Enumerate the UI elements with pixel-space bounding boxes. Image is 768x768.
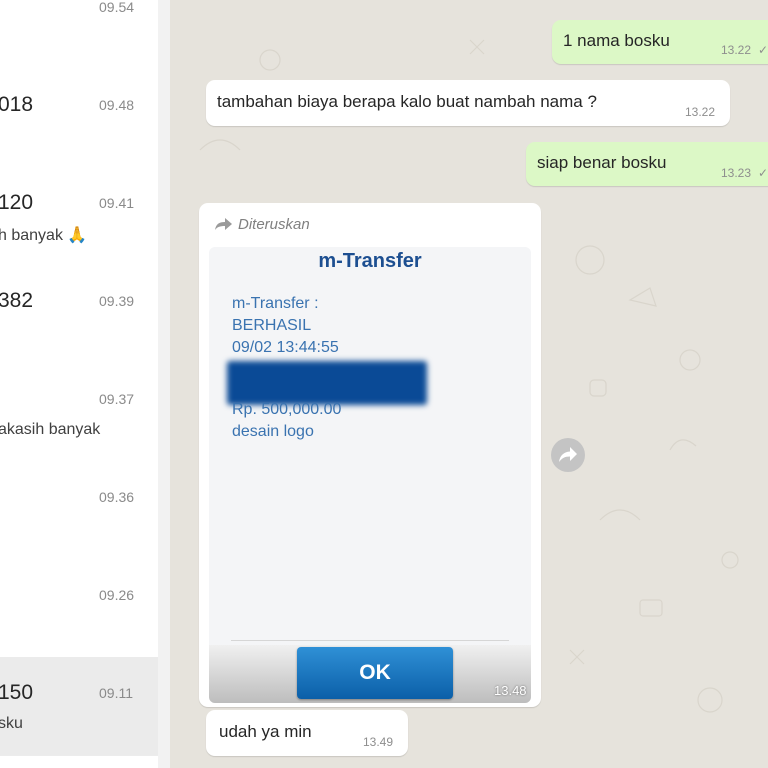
chat-list-item[interactable]: 09.26 — [0, 559, 158, 658]
chat-preview: akasih banyak — [0, 421, 101, 438]
chat-time: 09.11 — [99, 685, 133, 701]
forwarded-image-message[interactable]: Diteruskan m-Transfer m-Transfer : BERHA… — [199, 203, 541, 707]
chat-time: 09.39 — [99, 293, 135, 309]
chat-list-item-selected[interactable]: 150 09.11 sku — [0, 657, 158, 756]
chat-list-item[interactable]: 120 09.41 h banyak 🙏 — [0, 167, 158, 266]
chat-time: 09.41 — [99, 195, 135, 211]
message-time: 13.22 — [685, 105, 716, 119]
transfer-line: m-Transfer : — [232, 295, 319, 312]
chat-list-item[interactable]: 09.54 — [0, 0, 158, 70]
chat-list-item[interactable]: 382 09.39 — [0, 265, 158, 364]
chat-time: 09.54 — [99, 0, 135, 15]
chat-time: 09.26 — [99, 587, 135, 603]
pane-divider — [158, 0, 170, 768]
outgoing-message[interactable]: 1 nama bosku 13.22 ✓✓ — [552, 20, 768, 64]
chat-time: 09.36 — [99, 489, 135, 505]
chat-name: 120 — [0, 191, 34, 214]
ok-button: OK — [297, 647, 453, 699]
chat-list-item[interactable]: 09.37 akasih banyak — [0, 363, 158, 462]
chat-time: 09.37 — [99, 391, 135, 407]
outgoing-message[interactable]: siap benar bosku 13.23 ✓✓ — [526, 142, 768, 186]
share-icon — [559, 447, 577, 462]
transfer-status: BERHASIL — [232, 317, 312, 334]
divider — [231, 640, 509, 641]
redacted-block — [227, 361, 427, 405]
forwarded-text: Diteruskan — [238, 216, 310, 233]
transfer-title: m-Transfer — [318, 250, 422, 272]
message-text: udah ya min — [219, 722, 312, 741]
message-text: siap benar bosku — [537, 153, 667, 172]
message-text: tambahan biaya berapa kalo buat nambah n… — [217, 92, 597, 111]
double-check-icon: ✓✓ — [758, 166, 768, 180]
message-time: 13.23 — [721, 166, 752, 180]
chat-name: 150 — [0, 681, 34, 704]
conversation-pane: 1 nama bosku 13.22 ✓✓ tambahan biaya ber… — [170, 0, 768, 768]
double-check-icon: ✓✓ — [758, 43, 768, 57]
chat-list-item[interactable]: 018 09.48 — [0, 69, 158, 168]
incoming-message[interactable]: udah ya min 13.49 — [206, 710, 408, 756]
chat-preview: sku — [0, 715, 23, 732]
transfer-note: desain logo — [232, 423, 314, 440]
share-button[interactable] — [551, 438, 585, 472]
chat-list-item[interactable]: 09.36 — [0, 461, 158, 560]
chat-name: 382 — [0, 289, 34, 312]
incoming-message[interactable]: tambahan biaya berapa kalo buat nambah n… — [206, 80, 730, 126]
chat-time: 09.48 — [99, 97, 135, 113]
message-text: 1 nama bosku — [563, 31, 670, 50]
forwarded-label: Diteruskan — [215, 216, 310, 233]
message-time: 13.22 — [721, 43, 752, 57]
chat-preview: h banyak 🙏 — [0, 227, 88, 244]
transfer-datetime: 09/02 13:44:55 — [232, 339, 339, 356]
forward-arrow-icon — [215, 218, 232, 230]
message-time: 13.48 — [494, 683, 527, 698]
chat-name: 018 — [0, 93, 34, 116]
message-time: 13.49 — [363, 735, 394, 749]
chat-list: 09.54 018 09.48 120 09.41 h banyak 🙏 382… — [0, 0, 159, 768]
transfer-amount: Rp. 500,000.00 — [232, 401, 342, 418]
transfer-screenshot[interactable]: m-Transfer m-Transfer : BERHASIL 09/02 1… — [209, 247, 531, 703]
